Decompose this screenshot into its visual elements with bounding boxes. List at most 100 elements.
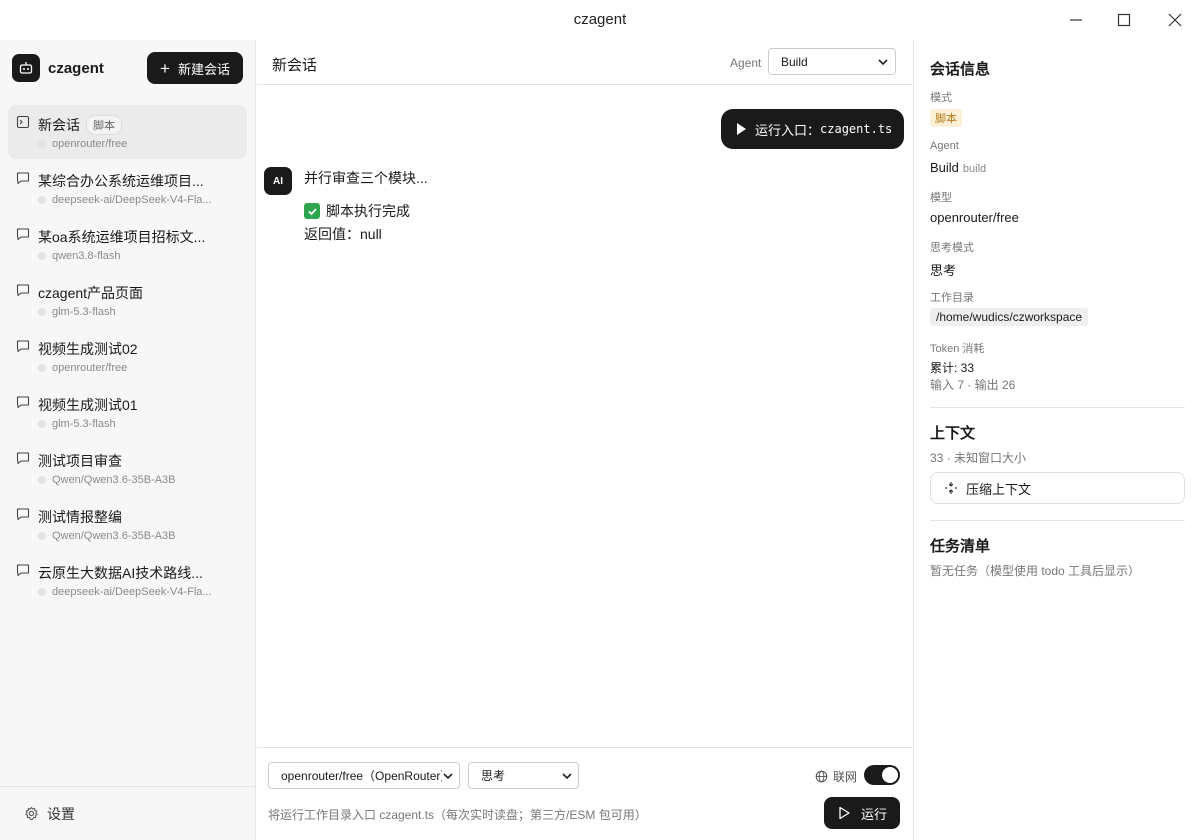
tasks-empty-text: 暂无任务（模型使用 todo 工具后显示）: [930, 564, 1141, 578]
web-search-toggle[interactable]: [864, 765, 900, 785]
play-icon: [737, 123, 746, 135]
token-total: 累计: 33: [930, 361, 975, 375]
chat-title: 新会话: [272, 57, 318, 74]
plus-icon: +: [160, 58, 170, 78]
status-dot: [38, 476, 46, 484]
title-bar: czagent: [0, 0, 1200, 40]
sidebar: czagent + 新建会话 新会话 脚本 openrouter/free 某综合…: [0, 40, 256, 840]
chat-header: 新会话 Agent Build: [257, 40, 912, 85]
status-dot: [38, 588, 46, 596]
conversation-title: 测试项目审查: [38, 453, 122, 469]
ai-avatar: AI: [264, 167, 292, 195]
conversation-item[interactable]: 视频生成测试01 glm-5.3-flash: [8, 385, 247, 439]
divider: [930, 407, 1185, 408]
context-heading: 上下文: [930, 425, 976, 442]
conversation-item[interactable]: 云原生大数据AI技术路线... deepseek-ai/DeepSeek-V4-…: [8, 553, 247, 607]
conversation-title: 某oa系统运维项目招标文...: [38, 229, 206, 245]
model-select[interactable]: openrouter/free（OpenRouter）: [268, 762, 460, 789]
robot-logo-icon: [12, 54, 40, 82]
conversation-model: Qwen/Qwen3.6-35B-A3B: [38, 474, 176, 486]
web-search-label: 联网: [815, 768, 857, 785]
close-button[interactable]: [1162, 8, 1188, 32]
conversation-item[interactable]: 某oa系统运维项目招标文... qwen3.8-flash: [8, 217, 247, 271]
think-mode-select[interactable]: 思考: [468, 762, 579, 789]
conversation-model: qwen3.8-flash: [38, 250, 121, 262]
conversation-item[interactable]: 视频生成测试02 openrouter/free: [8, 329, 247, 383]
workdir-label: 工作目录: [930, 292, 974, 304]
conversation-title: 某综合办公系统运维项目...: [38, 173, 204, 189]
conversation-list: 新会话 脚本 openrouter/free 某综合办公系统运维项目... dee…: [8, 105, 247, 609]
status-dot: [38, 364, 46, 372]
ai-message-return: 返回值：null: [304, 226, 382, 242]
toggle-knob: [882, 767, 898, 783]
info-panel: 会话信息 模式 脚本 Agent Build build 模型 openroute…: [913, 40, 1200, 840]
conversation-title: 视频生成测试01: [38, 397, 138, 413]
minimize-icon: [1070, 19, 1082, 21]
gear-icon: [25, 806, 38, 821]
script-icon: [16, 115, 30, 129]
ai-message-heading: 并行审查三个模块...: [304, 170, 428, 186]
globe-icon: [815, 770, 828, 783]
context-detail: 33 · 未知窗口大小: [930, 451, 1027, 465]
status-dot: [38, 196, 46, 204]
conversation-item[interactable]: 某综合办公系统运维项目... deepseek-ai/DeepSeek-V4-F…: [8, 161, 247, 215]
conversation-model: openrouter/free: [38, 362, 127, 374]
conversation-model: deepseek-ai/DeepSeek-V4-Fla...: [38, 194, 212, 206]
minimize-button[interactable]: [1063, 8, 1089, 32]
conversation-item[interactable]: czagent产品页面 glm-5.3-flash: [8, 273, 247, 327]
compress-icon: [945, 482, 957, 494]
status-dot: [38, 308, 46, 316]
brand: czagent: [12, 54, 104, 82]
settings-button[interactable]: 设置: [0, 786, 255, 840]
tasks-heading: 任务清单: [930, 538, 991, 555]
chat-bubble-icon: [16, 340, 30, 353]
conversation-item[interactable]: 测试情报整编 Qwen/Qwen3.6-35B-A3B: [8, 497, 247, 551]
status-dot: [38, 532, 46, 540]
chevron-down-icon: [561, 770, 573, 782]
conversation-model: glm-5.3-flash: [38, 418, 116, 430]
model-info-label: 模型: [930, 192, 952, 204]
play-icon: [839, 806, 850, 820]
run-command: czagent.ts: [820, 122, 893, 136]
agent-select[interactable]: Build: [768, 48, 896, 75]
conversation-model: deepseek-ai/DeepSeek-V4-Fla...: [38, 586, 212, 598]
agent-info-value: Build build: [930, 160, 987, 175]
token-detail: 输入 7 · 输出 26: [930, 378, 1016, 392]
token-label: Token 消耗: [930, 343, 985, 355]
conversation-title: 新会话 脚本: [38, 115, 122, 135]
settings-label: 设置: [47, 805, 75, 822]
chat-bubble-icon: [16, 284, 30, 297]
conversation-item[interactable]: 测试项目审查 Qwen/Qwen3.6-35B-A3B: [8, 441, 247, 495]
chat-bubble-icon: [16, 564, 30, 577]
chevron-down-icon: [878, 59, 888, 66]
chat-bubble-icon: [16, 452, 30, 465]
session-info-heading: 会话信息: [930, 61, 991, 78]
conversation-title: 视频生成测试02: [38, 341, 138, 357]
mode-label: 模式: [930, 92, 952, 104]
check-icon: [304, 203, 320, 219]
think-info-label: 思考模式: [930, 242, 974, 254]
conversation-model: openrouter/free: [38, 138, 127, 150]
divider: [930, 520, 1185, 521]
status-dot: [38, 140, 46, 148]
brand-name: czagent: [48, 59, 104, 77]
status-dot: [38, 252, 46, 260]
window-title: czagent: [573, 11, 627, 28]
model-info-value: openrouter/free: [930, 210, 1019, 225]
agent-id: build: [962, 163, 987, 175]
agent-select-value: Build: [781, 54, 808, 69]
new-chat-label: 新建会话: [177, 61, 230, 77]
chat-bubble-icon: [16, 396, 30, 409]
conversation-model: glm-5.3-flash: [38, 306, 116, 318]
conversation-title: czagent产品页面: [38, 285, 144, 301]
chat-bubble-icon: [16, 172, 30, 185]
agent-label: Agent: [730, 56, 762, 70]
maximize-button[interactable]: [1111, 8, 1137, 32]
new-chat-button[interactable]: + 新建会话: [147, 52, 243, 84]
conversation-item[interactable]: 新会话 脚本 openrouter/free: [8, 105, 247, 159]
chat-bubble-icon: [16, 508, 30, 521]
ai-message-status: 脚本执行完成: [304, 201, 410, 221]
script-badge: 脚本: [86, 115, 122, 135]
compress-context-button[interactable]: 压缩上下文: [930, 472, 1185, 504]
run-button[interactable]: 运行: [824, 797, 900, 829]
